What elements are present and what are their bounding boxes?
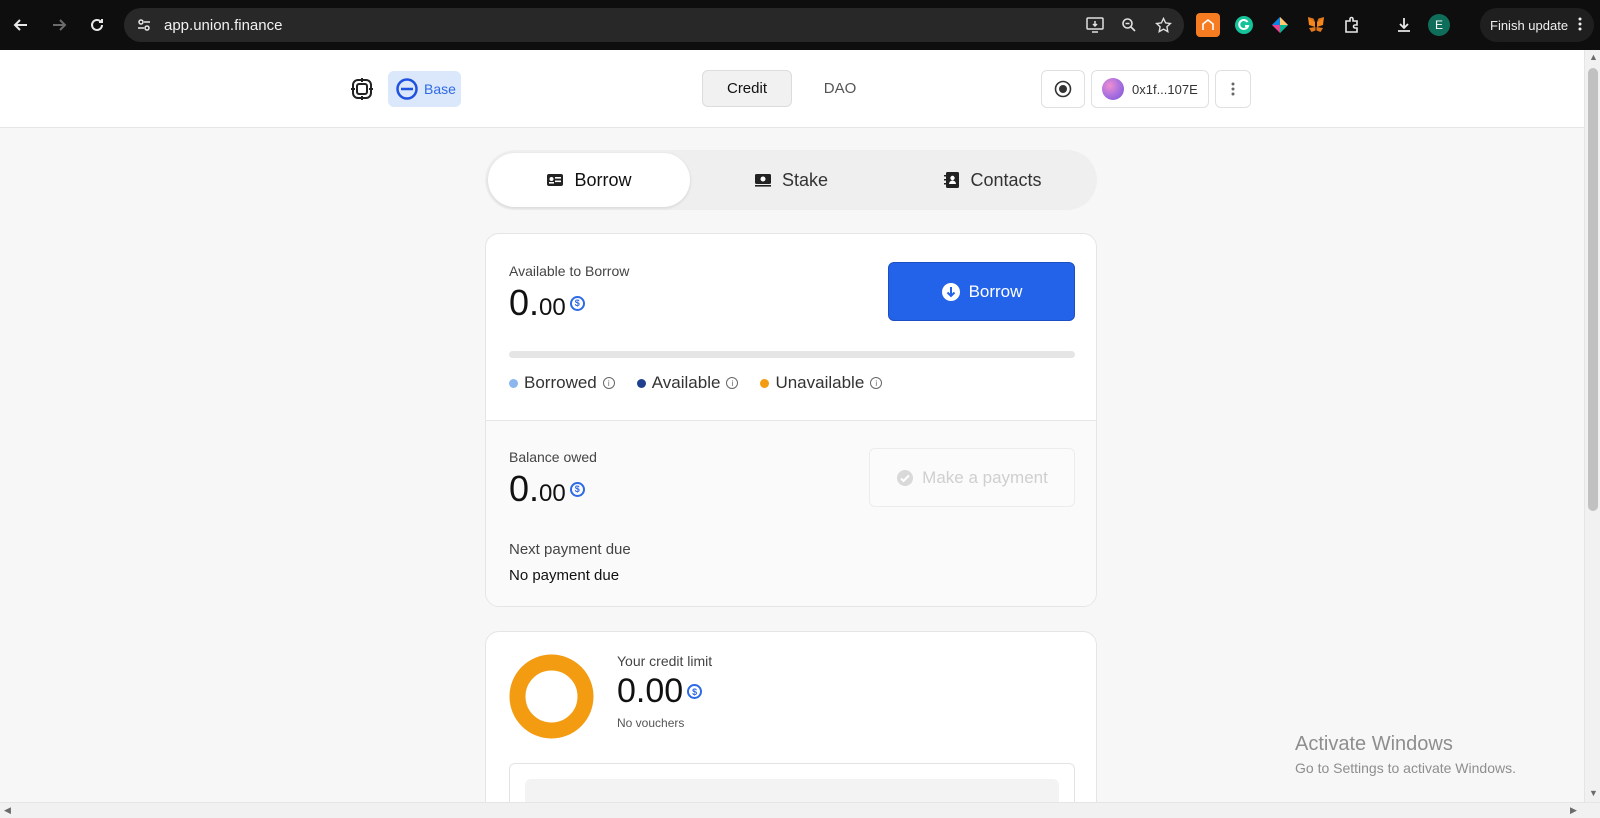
union-logo-icon[interactable] [350,77,374,101]
vertical-scrollbar[interactable]: ▲ ▼ [1584,50,1600,802]
finish-update-label: Finish update [1490,17,1569,33]
bell-target-icon [1054,80,1072,98]
wallet-avatar [1102,78,1124,100]
more-options-button[interactable] [1214,70,1251,108]
metamask-fox-icon[interactable] [1304,13,1328,37]
balance-owed-amount: 0. 00 $ [509,468,585,510]
credit-limit-card: Your credit limit 0.00 $ No vouchers [485,631,1097,818]
zoom-icon[interactable] [1116,12,1142,38]
base-network-icon [396,78,418,100]
app-header: Base Credit DAO 0x1f...107E [0,50,1584,128]
url-text[interactable]: app.union.finance [164,17,282,34]
usdc-icon: $ [687,684,703,699]
tab-credit[interactable]: Credit [702,70,792,107]
next-payment-value: No payment due [509,567,620,584]
make-payment-button[interactable]: Make a payment [869,448,1075,507]
tab-stake-label: Stake [781,169,829,190]
legend-available: Available i [636,373,739,393]
install-app-icon[interactable] [1082,12,1108,38]
info-icon[interactable]: i [870,377,883,389]
legend-dot-unavailable [760,378,770,388]
available-to-borrow-amount: 0. 00 $ [509,282,585,324]
scroll-left-icon[interactable]: ◀ [4,805,11,816]
network-label: Base [424,81,456,97]
kebab-menu-icon [1231,82,1235,96]
wallet-button[interactable]: 0x1f...107E [1091,70,1209,108]
notifications-button[interactable] [1041,70,1085,108]
usdc-icon: $ [569,481,585,497]
finish-update-button[interactable]: Finish update [1480,8,1595,42]
extensions-puzzle-icon[interactable] [1340,13,1364,37]
tab-dao[interactable]: DAO [792,70,888,107]
tab-contacts[interactable]: Contacts [892,153,1094,207]
balance-owed-label: Balance owed [509,449,597,465]
scroll-up-icon[interactable]: ▲ [1589,52,1598,62]
address-bar[interactable]: app.union.finance [124,8,1184,42]
extension-orange-icon[interactable] [1196,13,1220,37]
wallet-address: 0x1f...107E [1132,81,1198,97]
scroll-down-icon[interactable]: ▼ [1589,788,1598,798]
make-payment-label: Make a payment [922,467,1048,487]
payment-check-icon [897,469,914,486]
scroll-right-icon[interactable]: ▶ [1570,805,1577,816]
credit-usage-bar [509,351,1075,358]
browser-toolbar: app.union.finance E Finish update [0,0,1600,50]
section-tabs: Borrow Stake Contacts [485,150,1097,210]
grammarly-icon[interactable] [1232,13,1256,37]
legend-dot-borrowed [509,378,518,388]
credit-limit-label: Your credit limit [617,653,713,669]
vertical-scroll-thumb[interactable] [1588,68,1598,511]
kebab-menu-icon [1578,17,1582,34]
windows-activation-watermark: Activate Windows Go to Settings to activ… [1295,733,1516,776]
tab-stake[interactable]: Stake [690,153,892,207]
bookmark-star-icon[interactable] [1150,12,1176,38]
downloads-icon[interactable] [1392,13,1416,37]
network-selector[interactable]: Base [388,71,461,107]
next-payment-label: Next payment due [509,541,631,558]
tab-contacts-label: Contacts [970,169,1042,190]
horizontal-scrollbar[interactable]: ◀ ▶ [0,802,1600,818]
contacts-book-icon [944,172,960,188]
profile-avatar[interactable]: E [1428,14,1450,36]
borrow-card: Available to Borrow 0. 00 $ Borrow Borrow… [485,233,1097,607]
credit-ring-chart [509,654,594,739]
info-icon[interactable]: i [726,377,739,389]
usdc-icon: $ [569,295,585,311]
site-settings-icon[interactable] [128,8,160,42]
stake-money-icon [754,174,771,187]
back-icon[interactable] [4,8,38,42]
legend-dot-available [636,378,646,388]
tab-borrow[interactable]: Borrow [488,153,690,207]
legend-unavailable: Unavailable i [760,373,883,393]
extension-diamond-icon[interactable] [1268,13,1292,37]
arrow-down-circle-icon [941,282,960,301]
credit-legend: Borrowed i Available i Unavailable i [509,373,883,393]
reload-icon[interactable] [80,8,114,42]
borrow-button-label: Borrow [968,281,1023,301]
credit-limit-amount: 0.00 $ [617,672,703,711]
tab-borrow-label: Borrow [574,169,632,190]
info-icon[interactable]: i [602,377,615,389]
forward-icon[interactable] [42,8,76,42]
borrow-button[interactable]: Borrow [888,262,1075,321]
id-card-icon [547,174,564,186]
available-to-borrow-label: Available to Borrow [509,263,630,279]
vouchers-text: No vouchers [617,716,685,730]
legend-borrowed: Borrowed i [509,373,615,393]
